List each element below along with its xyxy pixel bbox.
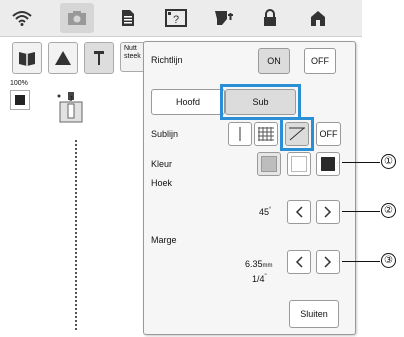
color-gray-button[interactable]	[257, 152, 281, 176]
kleur-label: Kleur	[151, 159, 173, 169]
pin-button[interactable]	[84, 42, 114, 74]
lock-icon[interactable]	[258, 6, 282, 30]
grid-icon	[258, 127, 274, 141]
hoek-label: Hoek	[151, 178, 173, 188]
tab-hoofd[interactable]: Hoofd	[151, 89, 225, 115]
close-button[interactable]: Sluiten	[289, 300, 339, 328]
color-white-button[interactable]	[287, 152, 311, 176]
callout-line-2	[342, 211, 380, 212]
book-icon	[19, 52, 35, 66]
marge-value-mm: 6.35mm	[245, 259, 273, 269]
callout-line-3	[342, 261, 380, 262]
gray-swatch	[261, 156, 277, 172]
top-toolbar: ?	[0, 0, 362, 37]
vertical-line-icon	[239, 127, 241, 141]
sublijn-off-button[interactable]: OFF	[316, 122, 341, 146]
chevron-right-icon	[324, 256, 332, 268]
hoek-decrease-button[interactable]	[287, 200, 311, 224]
marge-decrease-button[interactable]	[287, 250, 311, 274]
chevron-left-icon	[295, 206, 303, 218]
thread-color-swatch[interactable]	[10, 90, 30, 110]
white-swatch	[291, 156, 307, 172]
home-icon[interactable]	[306, 6, 330, 30]
sublijn-label: Sublijn	[151, 129, 179, 139]
color-fill	[15, 95, 25, 105]
help-icon[interactable]: ?	[164, 6, 188, 30]
chevron-left-icon	[295, 256, 303, 268]
marge-value-inch: 1/4"	[252, 274, 267, 284]
guideline-on-button[interactable]: ON	[258, 48, 290, 74]
angle-button-highlight	[280, 117, 314, 151]
sublijn-grid-button[interactable]	[254, 122, 278, 146]
callout-1: ①	[381, 154, 396, 169]
sub-tab-highlight	[220, 84, 301, 120]
hoek-value: 45°	[259, 207, 272, 217]
black-swatch	[321, 157, 335, 171]
hoek-increase-button[interactable]	[316, 200, 340, 224]
color-black-button[interactable]	[316, 152, 340, 176]
triangle-icon	[55, 51, 71, 65]
sublijn-vertical-button[interactable]	[228, 122, 252, 146]
callout-3: ③	[381, 253, 396, 268]
wifi-icon[interactable]	[10, 6, 34, 30]
document-icon[interactable]	[116, 6, 140, 30]
stitch-guide-line	[75, 140, 77, 330]
richtlijn-label: Richtlijn	[151, 55, 183, 65]
camera-icon[interactable]	[60, 3, 94, 33]
presser-foot-icon: J	[56, 92, 86, 126]
callout-line-1	[342, 162, 380, 163]
marge-increase-button[interactable]	[316, 250, 340, 274]
marge-label: Marge	[151, 235, 177, 245]
chevron-right-icon	[324, 206, 332, 218]
pocket-icon[interactable]	[212, 6, 236, 30]
svg-text:?: ?	[173, 14, 179, 26]
guideline-dialog: Richtlijn ON OFF Hoofd Sub Sublijn OFF K…	[143, 41, 356, 335]
zoom-level: 100%	[10, 80, 28, 87]
pin-icon	[94, 51, 104, 65]
book-button[interactable]	[12, 42, 42, 74]
triangle-button[interactable]	[48, 42, 78, 74]
guideline-off-button[interactable]: OFF	[304, 48, 336, 74]
callout-2: ②	[381, 203, 396, 218]
